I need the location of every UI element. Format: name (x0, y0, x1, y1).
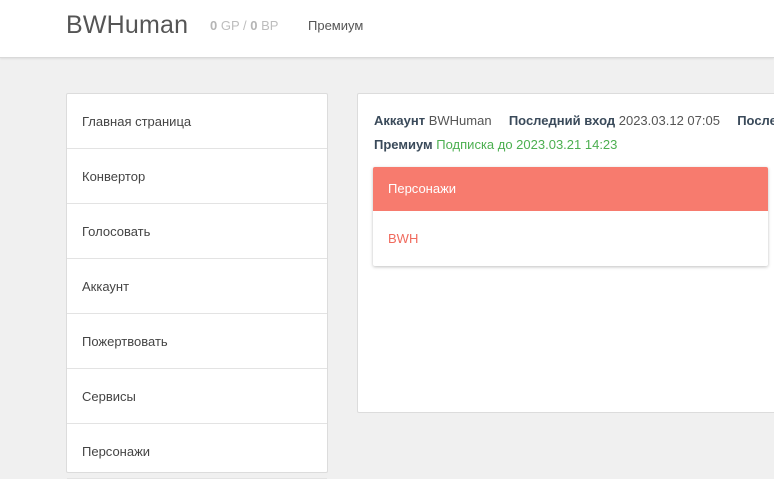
characters-card: Персонажи BWH (373, 167, 768, 266)
last-login-label: Последний вход (508, 113, 616, 128)
sidebar-item-donate[interactable]: Пожертвовать (67, 314, 327, 369)
characters-card-title: Персонажи (373, 167, 768, 211)
gp-unit: GP / (217, 18, 251, 33)
account-panel: Аккаунт BWHuman Последний вход 2023.03.1… (357, 93, 774, 413)
top-navbar: BWHuman 0 GP / 0 BP Премиум (0, 0, 774, 58)
sidebar-item-services[interactable]: Сервисы (67, 369, 327, 424)
truncated-label: Последн (737, 113, 774, 128)
premium-subscription-status: Подписка до 2023.03.21 14:23 (436, 137, 618, 152)
brand-logo-link[interactable]: BWHuman (66, 11, 188, 40)
account-label: Аккаунт (374, 113, 426, 128)
bp-unit: BP (257, 18, 279, 33)
sidebar-item-converter[interactable]: Конвертор (67, 149, 327, 204)
sidebar-menu: Главная страница Конвертор Голосовать Ак… (66, 93, 328, 479)
sidebar-item-home[interactable]: Главная страница (67, 94, 327, 149)
sidebar-item-account[interactable]: Аккаунт (67, 259, 327, 314)
sidebar-item-vote[interactable]: Голосовать (67, 204, 327, 259)
last-login-value: 2023.03.12 07:05 (618, 113, 720, 128)
premium-info-line: Премиум Подписка до 2023.03.21 14:23 (374, 137, 617, 152)
account-value: BWHuman (428, 113, 492, 128)
premium-nav-link[interactable]: Премиум (308, 18, 363, 33)
premium-label: Премиум (374, 137, 433, 152)
sidebar-item-characters[interactable]: Персонажи (67, 424, 327, 479)
character-link[interactable]: BWH (388, 231, 418, 246)
currency-balance: 0 GP / 0 BP (210, 18, 278, 33)
account-info-line: Аккаунт BWHuman Последний вход 2023.03.1… (374, 113, 774, 128)
